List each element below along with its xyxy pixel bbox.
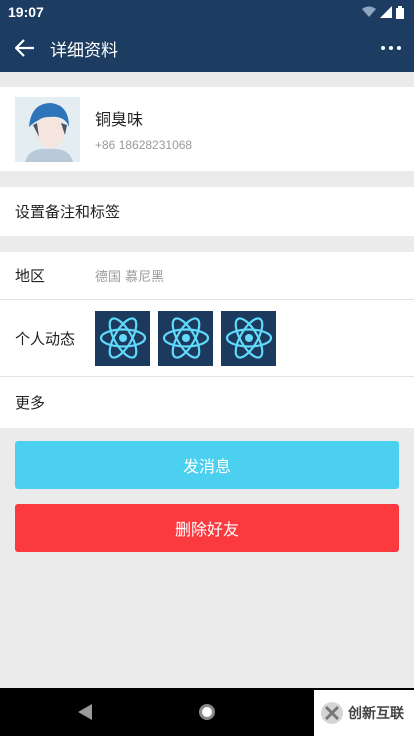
avatar-illustration (15, 96, 80, 162)
profile-info: 铜臭味 +86 18628231068 (95, 106, 192, 152)
battery-icon (396, 5, 404, 19)
region-label: 地区 (15, 267, 46, 285)
profile-card[interactable]: 铜臭味 +86 18628231068 (0, 87, 414, 171)
region-row: 地区 德国 慕尼黑 (0, 252, 414, 300)
status-time: 19:07 (8, 4, 44, 20)
more-options-button[interactable] (368, 24, 414, 72)
react-logo-icon (225, 317, 272, 359)
watermark: 创新互联 (314, 690, 414, 736)
moments-row[interactable]: 个人动态 (0, 300, 414, 377)
more-row[interactable]: 更多 (0, 377, 414, 428)
more-label: 更多 (15, 394, 46, 412)
moments-label: 个人动态 (15, 329, 76, 348)
avatar (15, 96, 80, 162)
nav-home-icon[interactable] (199, 704, 215, 720)
send-message-button[interactable]: 发消息 (15, 441, 399, 489)
react-logo-icon (162, 317, 209, 359)
moment-thumbnail[interactable] (221, 310, 276, 366)
signal-icon (380, 6, 392, 18)
remark-and-tags-row[interactable]: 设置备注和标签 (0, 187, 414, 236)
profile-name: 铜臭味 (95, 110, 144, 129)
moment-thumbnails (95, 310, 276, 366)
arrow-left-icon (15, 39, 34, 57)
delete-friend-button[interactable]: 删除好友 (15, 504, 399, 552)
remark-and-tags-label: 设置备注和标签 (15, 203, 121, 221)
back-button[interactable] (0, 24, 50, 72)
watermark-logo-icon (321, 702, 343, 724)
watermark-text: 创新互联 (348, 706, 404, 722)
moment-thumbnail[interactable] (95, 310, 150, 366)
dot-icon (397, 46, 401, 50)
profile-phone: +86 18628231068 (95, 138, 193, 152)
react-logo-icon (99, 317, 146, 359)
status-bar: 19:07 (0, 0, 414, 24)
page-title: 详细资料 (50, 40, 118, 61)
app-bar: 详细资料 (0, 24, 414, 72)
dot-icon (381, 46, 385, 50)
dot-icon (389, 46, 393, 50)
nav-back-icon[interactable] (78, 704, 92, 720)
region-value: 德国 慕尼黑 (95, 270, 165, 285)
wifi-icon (362, 6, 376, 17)
moment-thumbnail[interactable] (158, 310, 213, 366)
status-icons (362, 5, 404, 19)
